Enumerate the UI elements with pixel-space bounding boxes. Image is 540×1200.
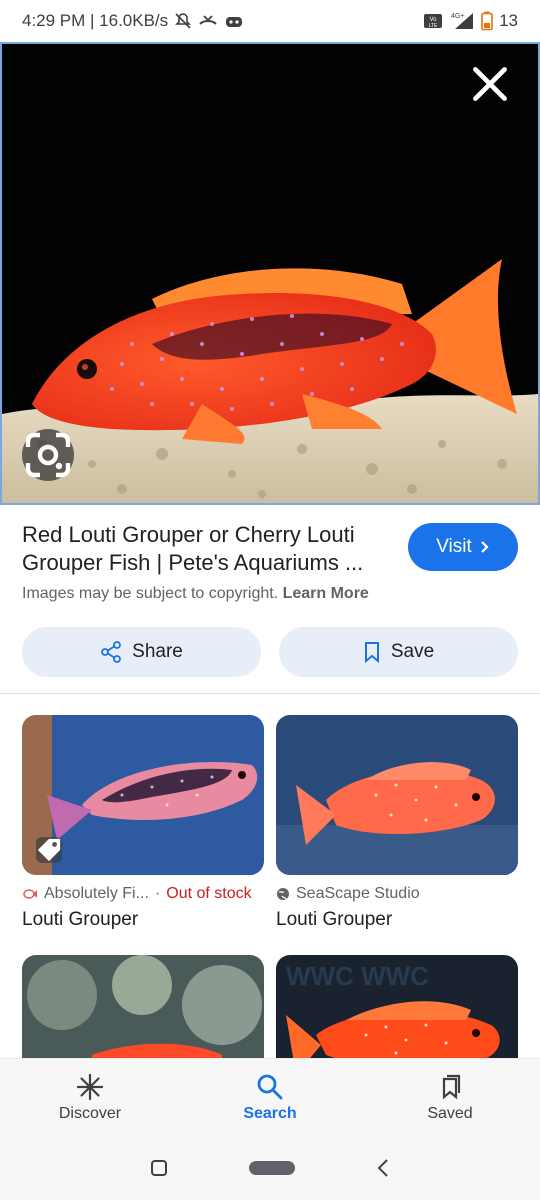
image-info: Red Louti Grouper or Cherry Louti Groupe… [0, 505, 540, 695]
mute-notification-icon [174, 12, 192, 30]
system-navigation-bar [0, 1136, 540, 1200]
result-thumbnail[interactable] [276, 715, 518, 875]
close-button[interactable] [470, 64, 510, 104]
copyright-text: Images may be subject to copyright. [22, 585, 279, 602]
share-label: Share [132, 641, 183, 662]
google-lens-button[interactable] [22, 429, 74, 481]
share-icon [101, 641, 122, 663]
result-thumbnail[interactable] [22, 715, 264, 875]
save-button[interactable]: Save [279, 627, 518, 677]
game-icon [224, 12, 244, 30]
nav-search[interactable]: Search [180, 1059, 360, 1136]
nav-search-label: Search [243, 1104, 297, 1122]
nav-saved[interactable]: Saved [360, 1059, 540, 1136]
result-source: Absolutely Fi... · Out of stock [22, 885, 264, 903]
stock-status: Out of stock [166, 885, 252, 902]
nav-discover-label: Discover [58, 1104, 122, 1122]
chevron-right-icon [481, 541, 489, 553]
result-card[interactable]: SeaScape Studio Louti Grouper [276, 715, 518, 931]
battery-level: 13 [499, 11, 518, 30]
close-icon [473, 67, 507, 101]
result-source-name: SeaScape Studio [296, 885, 420, 902]
back-icon [377, 1159, 388, 1177]
home-pill-icon [249, 1161, 295, 1175]
status-bar: 4:29 PM | 16.0KB/s Vo LTE 4G+ 13 [0, 0, 540, 42]
result-title[interactable]: Louti Grouper [22, 909, 264, 931]
back-button[interactable] [376, 1158, 390, 1178]
signal-icon: 4G+ [449, 11, 475, 31]
result-card[interactable]: Absolutely Fi... · Out of stock Louti Gr… [22, 715, 264, 931]
missed-call-icon [198, 12, 218, 30]
result-source-name: Absolutely Fi... [44, 885, 149, 902]
share-button[interactable]: Share [22, 627, 261, 677]
search-icon [257, 1074, 283, 1099]
result-title[interactable]: Louti Grouper [276, 909, 518, 931]
fish-site-icon [23, 889, 37, 899]
divider [0, 693, 540, 694]
saved-collections-icon [442, 1074, 461, 1099]
learn-more-link[interactable]: Learn More [283, 585, 369, 602]
nav-discover[interactable]: Discover [0, 1059, 180, 1136]
recents-icon [151, 1160, 167, 1176]
svg-text:WWC WWC: WWC WWC [286, 961, 429, 991]
fish-photo-thumbnail [276, 715, 518, 875]
network-type: 4G+ [451, 13, 464, 20]
price-tag-icon [36, 837, 62, 863]
page-title[interactable]: Red Louti Grouper or Cherry Louti Groupe… [22, 521, 392, 577]
copyright-notice: Images may be subject to copyright. Lear… [22, 585, 369, 603]
globe-icon [277, 888, 289, 900]
fish-photo [2, 44, 538, 503]
visit-label: Visit [436, 536, 472, 557]
volte-icon: Vo LTE [423, 12, 443, 30]
svg-text:LTE: LTE [429, 23, 438, 29]
lens-icon [25, 432, 71, 478]
hero-image[interactable] [0, 42, 540, 505]
nav-saved-label: Saved [427, 1104, 473, 1122]
bottom-navigation: Discover Search Saved [0, 1058, 540, 1136]
visit-button[interactable]: Visit [408, 523, 518, 571]
home-button[interactable] [248, 1160, 296, 1176]
result-source: SeaScape Studio [276, 885, 518, 903]
save-label: Save [390, 641, 435, 662]
battery-icon [481, 11, 493, 31]
status-time: 4:29 PM | 16.0KB/s [22, 11, 169, 30]
bookmark-icon [364, 642, 379, 663]
recents-button[interactable] [150, 1159, 168, 1177]
discover-icon [76, 1073, 104, 1100]
